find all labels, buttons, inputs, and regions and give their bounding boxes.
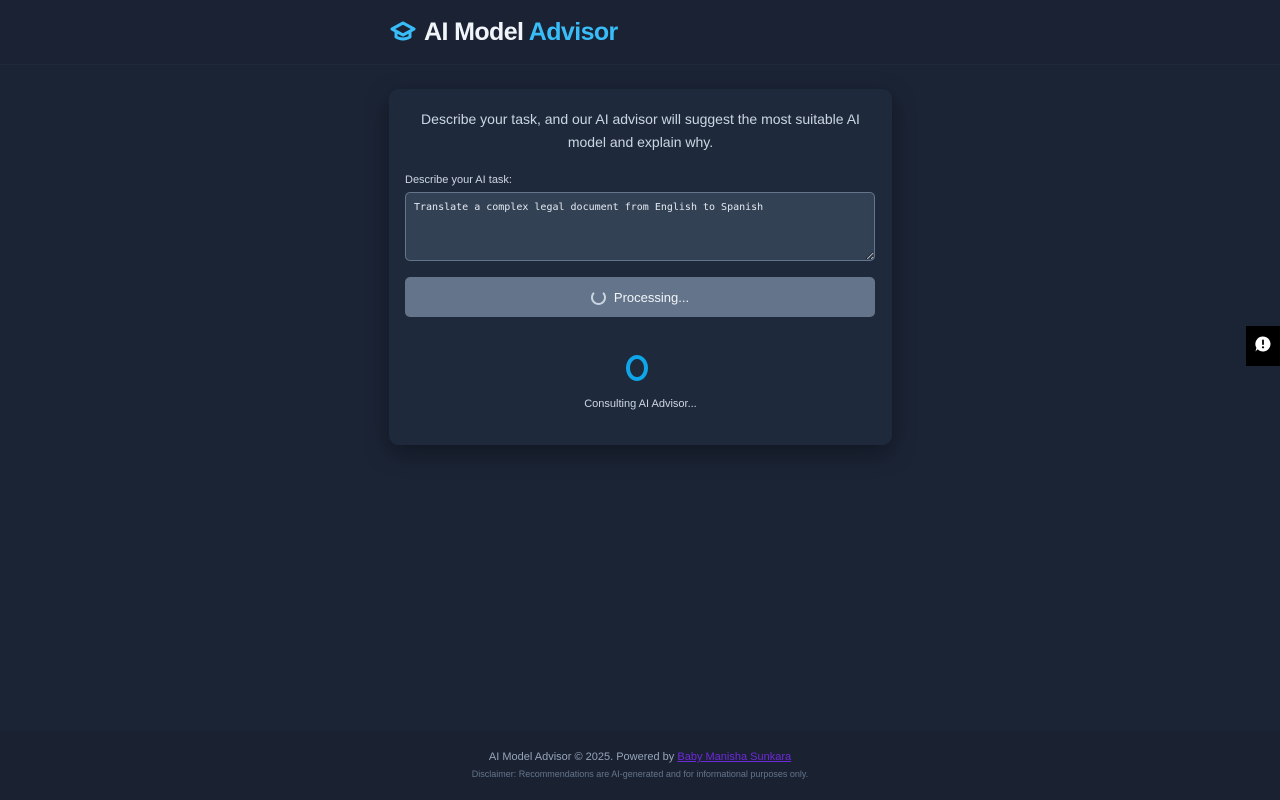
submit-button[interactable]: Processing... (405, 277, 875, 317)
footer-copyright-line: AI Model Advisor © 2025. Powered by Baby… (0, 751, 1280, 763)
task-input[interactable] (405, 192, 875, 261)
task-label: Describe your AI task: (405, 174, 512, 186)
brand[interactable]: AI Model Advisor (390, 16, 618, 48)
feedback-button[interactable] (1246, 326, 1280, 366)
app-title-primary: AI Model (424, 18, 524, 46)
feedback-icon (1254, 335, 1272, 358)
intro-text: Describe your task, and our AI advisor w… (421, 111, 860, 150)
footer-author-link[interactable]: Baby Manisha Sunkara (677, 751, 791, 763)
footer-disclaimer: Disclaimer: Recommendations are AI-gener… (471, 769, 809, 779)
app-header: AI Model Advisor (0, 0, 1280, 65)
submit-button-label: Processing... (613, 289, 690, 305)
app-title: AI Model Advisor (424, 16, 618, 48)
spinner-icon (590, 289, 606, 305)
footer-copyright: AI Model Advisor © 2025. Powered by (488, 751, 675, 763)
advisor-card: Describe your task, and our AI advisor w… (389, 89, 892, 445)
graduation-cap-icon (390, 21, 416, 43)
footer: AI Model Advisor © 2025. Powered by Baby… (0, 731, 1280, 800)
loading-spinner-icon (626, 355, 648, 381)
loading-text: Consulting AI Advisor... (584, 398, 697, 410)
app-title-accent: Advisor (528, 18, 618, 46)
